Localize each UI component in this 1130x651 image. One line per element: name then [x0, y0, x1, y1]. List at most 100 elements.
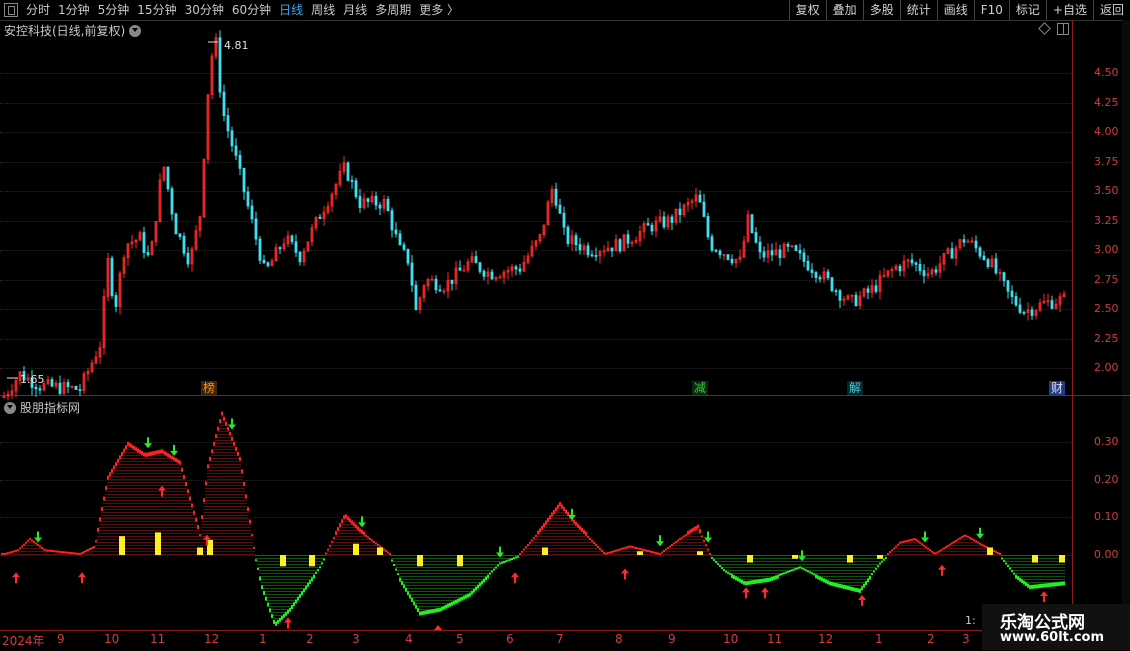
- candle-body: [482, 270, 486, 277]
- time-axis-label: 2: [306, 632, 314, 646]
- price-tick-label: 3.75: [1094, 154, 1119, 168]
- candle-body: [554, 188, 558, 206]
- candle-body: [590, 254, 594, 257]
- candle-body: [922, 270, 926, 277]
- candle-body: [986, 259, 990, 268]
- candle-body: [854, 294, 858, 307]
- candle-body: [950, 248, 954, 259]
- candle-body: [478, 262, 482, 272]
- down-arrow-icon: [358, 516, 366, 528]
- up-arrow-icon: [12, 572, 20, 584]
- indicator-yellow-bar: [1059, 555, 1065, 563]
- event-badge[interactable]: 减: [692, 381, 709, 395]
- time-axis-label: 3: [352, 632, 360, 646]
- price-tick-label: 2.50: [1094, 302, 1119, 315]
- price-tick-label: 2.00: [1094, 361, 1119, 374]
- candle-body: [394, 229, 398, 235]
- toolbar-button[interactable]: 返回: [1092, 0, 1130, 20]
- time-axis-label: 11: [767, 632, 783, 646]
- time-axis-label: 9: [57, 632, 65, 646]
- candle-body: [918, 263, 922, 272]
- indicator-yellow-bar: [877, 555, 883, 559]
- indicator-yellow-bar: [280, 555, 286, 567]
- down-arrow-icon: [228, 418, 236, 430]
- candle-body: [246, 191, 250, 207]
- indicator-dropdown-icon[interactable]: [4, 401, 16, 414]
- candle-body: [114, 295, 118, 307]
- candle-body: [754, 232, 758, 243]
- candle-body: [778, 249, 782, 259]
- indicator-yellow-bar: [987, 547, 993, 555]
- candle-body: [346, 162, 350, 181]
- candle-body: [670, 216, 674, 223]
- candle-body: [278, 247, 282, 250]
- down-arrow-icon: [921, 531, 929, 543]
- candle-body: [230, 130, 234, 147]
- candle-body: [74, 385, 78, 390]
- time-axis-label: 9: [668, 632, 676, 646]
- up-arrow-icon: [742, 587, 750, 599]
- candle-body: [974, 240, 978, 249]
- event-badge[interactable]: 财: [1049, 381, 1066, 395]
- price-tick-label: 3.25: [1094, 213, 1119, 227]
- indicator-yellow-bar: [542, 547, 548, 555]
- time-axis-label: 7: [556, 632, 564, 646]
- candle-body: [758, 241, 762, 253]
- candle-body: [242, 167, 246, 193]
- candle-body: [58, 382, 62, 394]
- indicator-tick-label: 0.30: [1094, 435, 1119, 448]
- candle-body: [650, 224, 654, 232]
- time-axis-label: 10: [723, 632, 739, 646]
- candle-body: [1022, 311, 1026, 314]
- price-tick-label: 4.25: [1094, 95, 1119, 109]
- down-arrow-icon: [170, 444, 178, 456]
- time-axis-label: 11: [150, 632, 166, 646]
- candle-body: [838, 290, 842, 301]
- candle-body: [514, 266, 518, 270]
- up-arrow-icon: [858, 594, 866, 606]
- candle-body: [562, 212, 566, 228]
- up-arrow-icon: [938, 564, 946, 576]
- candle-body: [730, 258, 734, 264]
- candle-body: [390, 210, 394, 231]
- time-axis-label: 4: [405, 632, 413, 646]
- event-badge[interactable]: 解: [847, 381, 864, 395]
- candle-body: [374, 195, 378, 206]
- candle-body: [490, 271, 494, 280]
- candle-body: [170, 188, 174, 215]
- price-tick-label: 4.00: [1094, 125, 1119, 138]
- indicator-yellow-bar: [637, 551, 643, 555]
- price-tick-label: 2.25: [1094, 331, 1119, 345]
- candle-body: [898, 265, 902, 272]
- candle-body: [934, 269, 938, 273]
- candle-body: [978, 247, 982, 257]
- candle-body: [1018, 304, 1022, 313]
- candle-body: [222, 91, 226, 117]
- candle-body: [406, 248, 410, 264]
- down-arrow-icon: [976, 527, 984, 539]
- candle-body: [750, 214, 754, 233]
- candle-body: [146, 252, 150, 256]
- candle-body: [802, 252, 806, 262]
- event-badge[interactable]: 榜: [201, 381, 218, 395]
- candle-body: [982, 255, 986, 260]
- candle-body: [182, 236, 186, 254]
- candle-body: [706, 216, 710, 238]
- corner-label: 1:: [965, 614, 976, 627]
- candle-body: [994, 258, 998, 274]
- indicator-yellow-bar: [417, 555, 423, 567]
- candle-body: [826, 271, 830, 279]
- watermark-url: www.60lt.com: [1000, 630, 1105, 645]
- price-axis-line: [1072, 20, 1073, 630]
- candle-body: [818, 277, 822, 280]
- candle-body: [174, 213, 178, 235]
- candle-body: [474, 256, 478, 264]
- candle-body: [298, 251, 302, 263]
- candle-body: [558, 204, 562, 214]
- candle-body: [366, 198, 370, 202]
- candle-body: [594, 255, 598, 257]
- candle-body: [626, 234, 630, 244]
- candle-body: [874, 285, 878, 292]
- up-arrow-icon: [158, 485, 166, 497]
- candle-body: [610, 247, 614, 252]
